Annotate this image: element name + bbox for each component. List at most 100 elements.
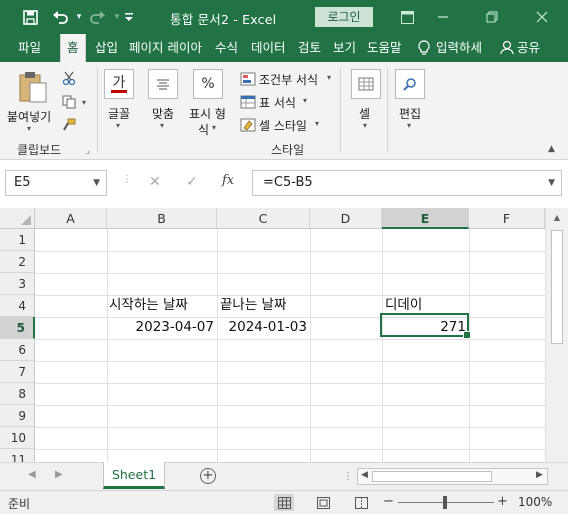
- name-box-dropdown-icon[interactable]: ▼: [93, 171, 100, 195]
- column-header-f[interactable]: F: [469, 208, 545, 229]
- tab-page-layout[interactable]: 페이지 레이아: [129, 34, 202, 62]
- vertical-scroll-thumb[interactable]: [551, 230, 563, 344]
- column-header-a[interactable]: A: [35, 208, 107, 229]
- alignment-dropdown-icon[interactable]: ▾: [160, 121, 164, 130]
- tab-home[interactable]: 홈: [60, 34, 86, 63]
- login-button[interactable]: 로그인: [315, 7, 373, 27]
- expand-formula-icon[interactable]: ▼: [548, 171, 555, 195]
- copy-icon[interactable]: [61, 94, 77, 110]
- column-header-b[interactable]: B: [107, 208, 217, 229]
- zoom-level[interactable]: 100%: [518, 495, 552, 509]
- row-header-11[interactable]: 11: [0, 449, 35, 462]
- share-person-icon[interactable]: [500, 34, 514, 62]
- formula-input[interactable]: =C5-B5 ▼: [252, 170, 562, 196]
- cells-dropdown-icon[interactable]: ▾: [363, 121, 367, 130]
- enter-icon[interactable]: ✓: [186, 174, 198, 190]
- format-painter-icon[interactable]: [61, 117, 77, 133]
- zoom-slider-thumb[interactable]: [443, 496, 447, 509]
- close-icon[interactable]: [531, 6, 553, 28]
- minimize-icon[interactable]: [432, 6, 454, 28]
- cells-icon[interactable]: [351, 69, 381, 99]
- number-format-button[interactable]: 표시 형: [189, 105, 226, 122]
- share-button[interactable]: 공유: [517, 34, 540, 62]
- page-layout-view-icon[interactable]: [313, 494, 333, 511]
- restore-icon[interactable]: [481, 6, 503, 28]
- select-all-corner[interactable]: [0, 208, 35, 229]
- cut-icon[interactable]: [61, 70, 77, 86]
- tab-formulas[interactable]: 수식: [215, 34, 238, 62]
- tab-data[interactable]: 데이터: [251, 34, 286, 62]
- cell-c5[interactable]: 2024-01-03: [217, 316, 307, 338]
- table-format-button[interactable]: 표 서식: [259, 94, 296, 111]
- tab-review[interactable]: 검토: [298, 34, 321, 62]
- cell-b4[interactable]: 시작하는 날짜: [109, 294, 188, 316]
- customize-quick-access-icon[interactable]: [118, 6, 140, 28]
- column-header-c[interactable]: C: [217, 208, 310, 229]
- cell-c4[interactable]: 끝나는 날짜: [220, 294, 286, 316]
- clipboard-launcher-icon[interactable]: ⌟: [86, 146, 90, 155]
- cell-style-button[interactable]: 셀 스타일: [259, 117, 307, 134]
- scroll-left-icon[interactable]: ◀: [361, 470, 368, 480]
- copy-dropdown-icon[interactable]: ▾: [82, 98, 86, 107]
- scroll-up-icon[interactable]: ▲: [546, 213, 568, 222]
- tab-splitter-icon[interactable]: ⋮: [343, 471, 353, 482]
- normal-view-icon[interactable]: [274, 494, 294, 511]
- row-header-4[interactable]: 4: [0, 295, 35, 317]
- row-header-7[interactable]: 7: [0, 361, 35, 383]
- search-icon[interactable]: [395, 69, 425, 99]
- cell-style-dropdown-icon[interactable]: ▾: [315, 119, 319, 128]
- column-header-e[interactable]: E: [382, 208, 469, 229]
- grid-line: [35, 427, 545, 428]
- paste-button[interactable]: 붙여넣기: [7, 108, 51, 125]
- zoom-out-icon[interactable]: −: [383, 494, 394, 509]
- tab-view[interactable]: 보기: [333, 34, 356, 62]
- row-header-5[interactable]: 5: [0, 317, 35, 339]
- scroll-right-icon[interactable]: ▶: [536, 470, 543, 480]
- alignment-button[interactable]: 맞춤: [152, 105, 174, 122]
- conditional-format-button[interactable]: 조건부 서식: [259, 71, 318, 88]
- row-header-8[interactable]: 8: [0, 383, 35, 405]
- row-header-3[interactable]: 3: [0, 273, 35, 295]
- name-box[interactable]: E5 ▼: [5, 170, 107, 196]
- tab-help[interactable]: 도움말: [367, 34, 402, 62]
- worksheet-grid[interactable]: A B C D E F 1 2 3 4 5 6 7 8 9 10 11 시작하는…: [0, 208, 568, 462]
- alignment-icon[interactable]: [148, 69, 178, 99]
- paste-icon[interactable]: [18, 70, 48, 107]
- row-header-2[interactable]: 2: [0, 251, 35, 273]
- row-header-9[interactable]: 9: [0, 405, 35, 427]
- zoom-in-icon[interactable]: +: [497, 494, 508, 509]
- next-sheet-icon[interactable]: ▶: [55, 469, 63, 480]
- conditional-format-dropdown-icon[interactable]: ▾: [327, 73, 331, 82]
- insert-function-icon[interactable]: fx: [222, 173, 234, 188]
- row-header-6[interactable]: 6: [0, 339, 35, 361]
- table-format-dropdown-icon[interactable]: ▾: [303, 96, 307, 105]
- status-bar: 준비 − + 100%: [0, 490, 568, 514]
- number-dropdown-icon[interactable]: ▾: [212, 123, 216, 132]
- font-button[interactable]: 글꼴: [108, 105, 130, 122]
- percent-icon[interactable]: %: [193, 69, 223, 99]
- collapse-ribbon-icon[interactable]: ▲: [548, 144, 555, 154]
- font-dropdown-icon[interactable]: ▾: [116, 121, 120, 130]
- page-break-view-icon[interactable]: [351, 494, 371, 511]
- tab-file[interactable]: 파일: [18, 34, 41, 62]
- column-header-d[interactable]: D: [310, 208, 382, 229]
- cancel-icon[interactable]: ✕: [149, 174, 161, 190]
- paste-dropdown-icon[interactable]: ▾: [27, 124, 31, 133]
- sheet-tab-active[interactable]: Sheet1: [103, 462, 165, 489]
- vertical-scrollbar[interactable]: ▲: [545, 208, 568, 462]
- cell-b5[interactable]: 2023-04-07: [107, 316, 214, 338]
- row-header-1[interactable]: 1: [0, 229, 35, 251]
- horizontal-scroll-thumb[interactable]: [372, 471, 492, 482]
- save-icon[interactable]: [19, 6, 41, 28]
- horizontal-scrollbar[interactable]: ◀ ▶: [357, 468, 548, 485]
- add-sheet-icon[interactable]: +: [200, 468, 216, 484]
- editing-dropdown-icon[interactable]: ▾: [407, 121, 411, 130]
- prev-sheet-icon[interactable]: ◀: [28, 469, 36, 480]
- editing-button[interactable]: 편집: [399, 105, 421, 122]
- cells-button[interactable]: 셀: [359, 105, 370, 122]
- font-icon[interactable]: 가: [104, 69, 134, 99]
- row-header-10[interactable]: 10: [0, 427, 35, 449]
- tell-me-input[interactable]: 입력하세: [436, 34, 482, 62]
- tab-insert[interactable]: 삽입: [95, 34, 118, 62]
- ribbon-display-icon[interactable]: [396, 6, 418, 28]
